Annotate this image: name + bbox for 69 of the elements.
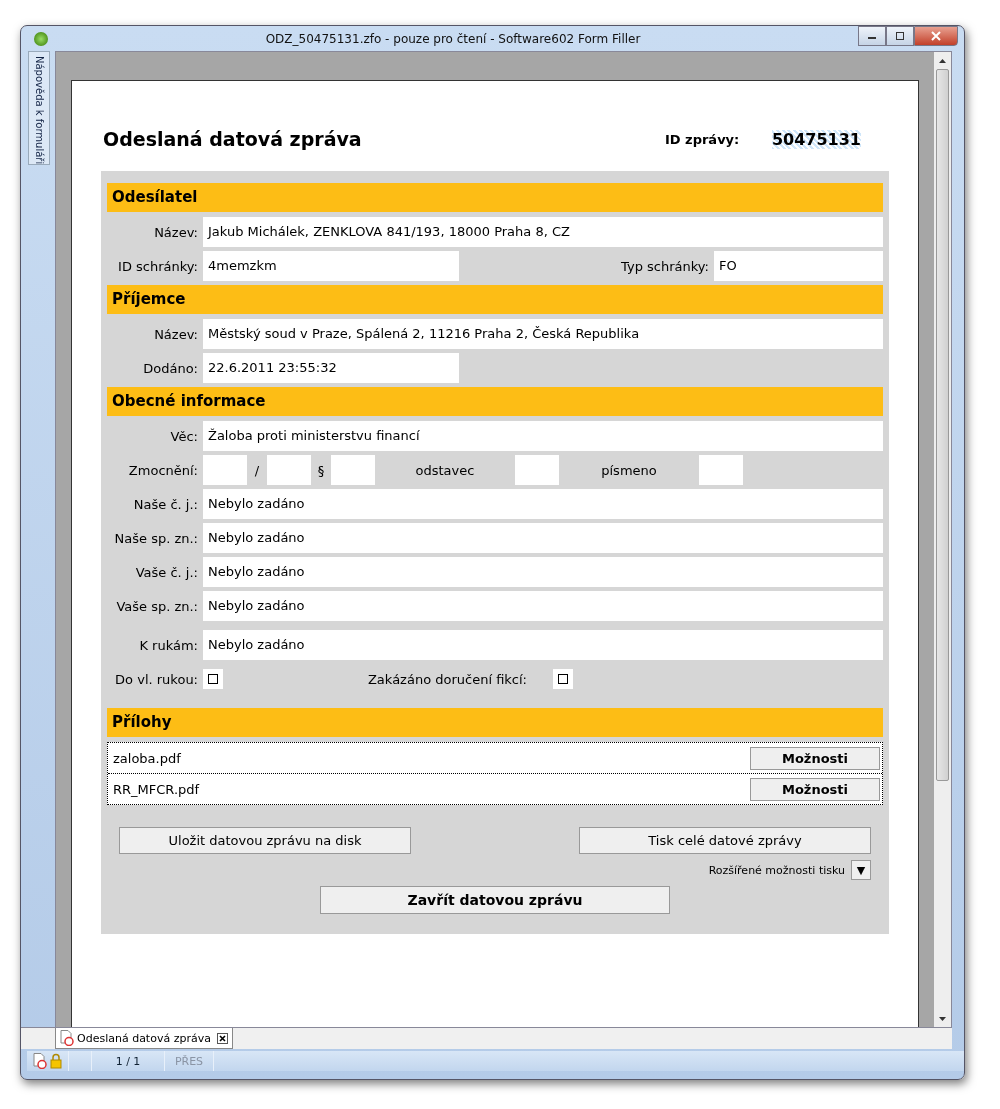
text-field[interactable] xyxy=(515,455,559,485)
field-label: Vaše sp. zn.: xyxy=(115,598,199,614)
lock-icon xyxy=(50,1053,62,1069)
close-button[interactable] xyxy=(914,26,958,46)
maximize-icon xyxy=(895,31,905,41)
maximize-button[interactable] xyxy=(886,26,914,46)
section-header: Přílohy xyxy=(107,708,883,737)
text-field[interactable] xyxy=(699,455,743,485)
dropdown-button[interactable]: ▼ xyxy=(851,860,871,880)
field-label: Dodáno: xyxy=(142,360,199,376)
field-label: Vaše č. j.: xyxy=(134,564,199,580)
print-button[interactable]: Tisk celé datové zprávy xyxy=(579,827,871,854)
field-label: Naše č. j.: xyxy=(132,496,199,512)
text-field[interactable]: Nebylo zadáno xyxy=(203,591,883,621)
field-label: Název: xyxy=(153,326,199,342)
field-label: § xyxy=(316,462,326,478)
close-tab-icon[interactable] xyxy=(216,1032,228,1044)
field-label: písmeno xyxy=(600,462,658,478)
id-label: ID zprávy: xyxy=(664,131,741,147)
document-tab[interactable]: Odeslaná datová zpráva xyxy=(55,1028,233,1049)
form-title: Odeslaná datová zpráva xyxy=(102,128,363,150)
text-field[interactable] xyxy=(267,455,311,485)
close-message-button[interactable]: Zavřít datovou zprávu xyxy=(320,886,670,914)
mode-indicator: PŘES xyxy=(165,1051,214,1071)
page-indicator: 1 / 1 xyxy=(92,1051,165,1071)
section-header: Odesílatel xyxy=(107,183,883,212)
scroll-down-icon[interactable] xyxy=(939,1016,946,1021)
document-icon xyxy=(60,1030,74,1046)
scroll-up-icon[interactable] xyxy=(939,58,946,63)
text-field[interactable]: Jakub Michálek, ZENKLOVA 841/193, 18000 Praha 8, CZ xyxy=(203,217,883,247)
options-button[interactable]: Možnosti xyxy=(750,777,880,801)
text-field[interactable]: Nebylo zadáno xyxy=(203,557,883,587)
section-header: Obecné informace xyxy=(107,387,883,416)
field-label: Typ schránky: xyxy=(620,258,710,274)
document-icon xyxy=(33,1053,47,1069)
text-field[interactable]: Městský soud v Praze, Spálená 2, 11216 Praha 2, Česká Republika xyxy=(203,319,883,349)
print-options-label: Rozšířené možnosti tisku xyxy=(708,863,845,877)
field-label: Zmocnění: xyxy=(127,462,199,478)
text-field[interactable]: Žaloba proti ministerstvu financí xyxy=(203,421,883,451)
app-icon xyxy=(34,31,48,46)
text-field[interactable]: FO xyxy=(714,251,883,281)
field-label: odstavec xyxy=(414,462,476,478)
field-label: / xyxy=(253,462,261,478)
tab-label: Odeslaná datová zpráva xyxy=(77,1031,211,1045)
field-label: K rukám: xyxy=(138,637,199,653)
text-field[interactable]: 4memzkm xyxy=(203,251,459,281)
id-value: 50475131 xyxy=(771,129,861,149)
field-label: Do vl. rukou: xyxy=(114,671,199,687)
close-icon xyxy=(931,31,941,41)
text-field[interactable]: Nebylo zadáno xyxy=(203,489,883,519)
window-title: ODZ_50475131.zfo - pouze pro čtení - Software602 Form Filler xyxy=(264,31,642,46)
field-label: Věc: xyxy=(169,428,199,444)
save-button[interactable]: Uložit datovou zprávu na disk xyxy=(119,827,411,854)
field-label: Naše sp. zn.: xyxy=(113,530,199,546)
text-field[interactable]: 22.6.2011 23:55:32 xyxy=(203,353,459,383)
file-name: zaloba.pdf xyxy=(113,750,182,766)
text-field[interactable] xyxy=(331,455,375,485)
scrollbar[interactable] xyxy=(934,52,951,1027)
minimize-button[interactable] xyxy=(858,26,886,46)
text-field[interactable]: Nebylo zadáno xyxy=(203,523,883,553)
field-label: Název: xyxy=(153,224,199,240)
options-button[interactable]: Možnosti xyxy=(750,746,880,770)
help-tab[interactable]: Nápověda k formuláři xyxy=(28,51,50,165)
text-field[interactable] xyxy=(203,455,247,485)
field-label: Zakázáno doručení fikcí: xyxy=(366,671,528,687)
section-header: Příjemce xyxy=(107,285,883,314)
field-label: ID schránky: xyxy=(117,258,199,274)
file-name: RR_MFCR.pdf xyxy=(113,781,201,797)
text-field[interactable]: Nebylo zadáno xyxy=(203,630,883,660)
